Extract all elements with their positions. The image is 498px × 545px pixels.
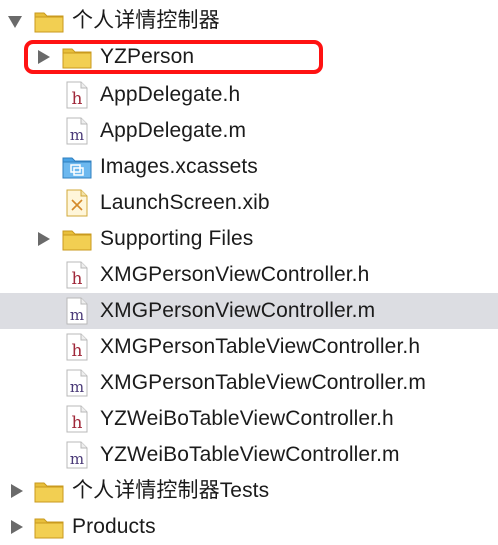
header-file-icon: h <box>66 333 88 361</box>
implementation-file-icon: m <box>66 117 88 145</box>
navigator-file-xmgpersonviewcontroller-m[interactable]: m XMGPersonViewController.m <box>0 293 498 329</box>
svg-text:m: m <box>70 378 84 396</box>
svg-text:m: m <box>70 450 84 468</box>
navigator-item-label: 个人详情控制器Tests <box>72 479 270 502</box>
navigator-item-label: YZWeiBoTableViewController.h <box>100 407 394 430</box>
header-file-icon: h <box>66 261 88 289</box>
svg-text:m: m <box>70 126 84 144</box>
highlight-annotation <box>24 40 323 74</box>
navigator-item-label: Products <box>72 515 156 538</box>
navigator-item-label: Images.xcassets <box>100 155 258 178</box>
navigator-item-label: XMGPersonTableViewController.m <box>100 371 426 394</box>
svg-text:h: h <box>72 341 83 361</box>
svg-text:h: h <box>72 413 83 433</box>
navigator-group-main[interactable]: 个人详情控制器 <box>0 3 498 39</box>
svg-text:h: h <box>72 89 83 109</box>
disclosure-collapsed-icon[interactable] <box>38 232 50 246</box>
navigator-item-label: YZWeiBoTableViewController.m <box>100 443 400 466</box>
implementation-file-icon: m <box>66 297 88 325</box>
svg-text:h: h <box>72 269 83 289</box>
svg-text:m: m <box>70 306 84 324</box>
navigator-group-products[interactable]: Products <box>0 509 498 545</box>
implementation-file-icon: m <box>66 369 88 397</box>
navigator-file-xmgpersontableviewcontroller-m[interactable]: m XMGPersonTableViewController.m <box>0 365 498 401</box>
navigator-item-label: 个人详情控制器 <box>72 9 220 32</box>
folder-icon <box>62 227 92 251</box>
navigator-item-label: LaunchScreen.xib <box>100 191 270 214</box>
navigator-file-yzweibotableviewcontroller-m[interactable]: m YZWeiBoTableViewController.m <box>0 437 498 473</box>
navigator-item-label: Supporting Files <box>100 227 254 250</box>
disclosure-collapsed-icon[interactable] <box>11 484 23 498</box>
navigator-item-label: XMGPersonViewController.h <box>100 263 370 286</box>
header-file-icon: h <box>66 405 88 433</box>
navigator-group-tests[interactable]: 个人详情控制器Tests <box>0 473 498 509</box>
navigator-file-appdelegate-h[interactable]: h AppDelegate.h <box>0 77 498 113</box>
navigator-file-launchscreen-xib[interactable]: LaunchScreen.xib <box>0 185 498 221</box>
navigator-file-xmgpersontableviewcontroller-h[interactable]: h XMGPersonTableViewController.h <box>0 329 498 365</box>
project-navigator: 个人详情控制器 YZPerson h AppDelegate.h m AppDe… <box>0 0 498 539</box>
xib-file-icon <box>66 189 88 217</box>
navigator-item-label: XMGPersonViewController.m <box>100 299 376 322</box>
disclosure-collapsed-icon[interactable] <box>11 520 23 534</box>
asset-catalog-icon <box>62 155 92 179</box>
navigator-item-label: XMGPersonTableViewController.h <box>100 335 421 358</box>
navigator-file-appdelegate-m[interactable]: m AppDelegate.m <box>0 113 498 149</box>
implementation-file-icon: m <box>66 441 88 469</box>
navigator-file-images-xcassets[interactable]: Images.xcassets <box>0 149 498 185</box>
folder-icon <box>34 515 64 539</box>
navigator-file-xmgpersonviewcontroller-h[interactable]: h XMGPersonViewController.h <box>0 257 498 293</box>
header-file-icon: h <box>66 81 88 109</box>
navigator-item-label: AppDelegate.m <box>100 119 247 142</box>
navigator-group-supporting-files[interactable]: Supporting Files <box>0 221 498 257</box>
disclosure-expanded-icon[interactable] <box>8 16 22 28</box>
navigator-item-label: AppDelegate.h <box>100 83 241 106</box>
folder-icon <box>34 9 64 33</box>
navigator-file-yzweibotableviewcontroller-h[interactable]: h YZWeiBoTableViewController.h <box>0 401 498 437</box>
folder-icon <box>34 479 64 503</box>
